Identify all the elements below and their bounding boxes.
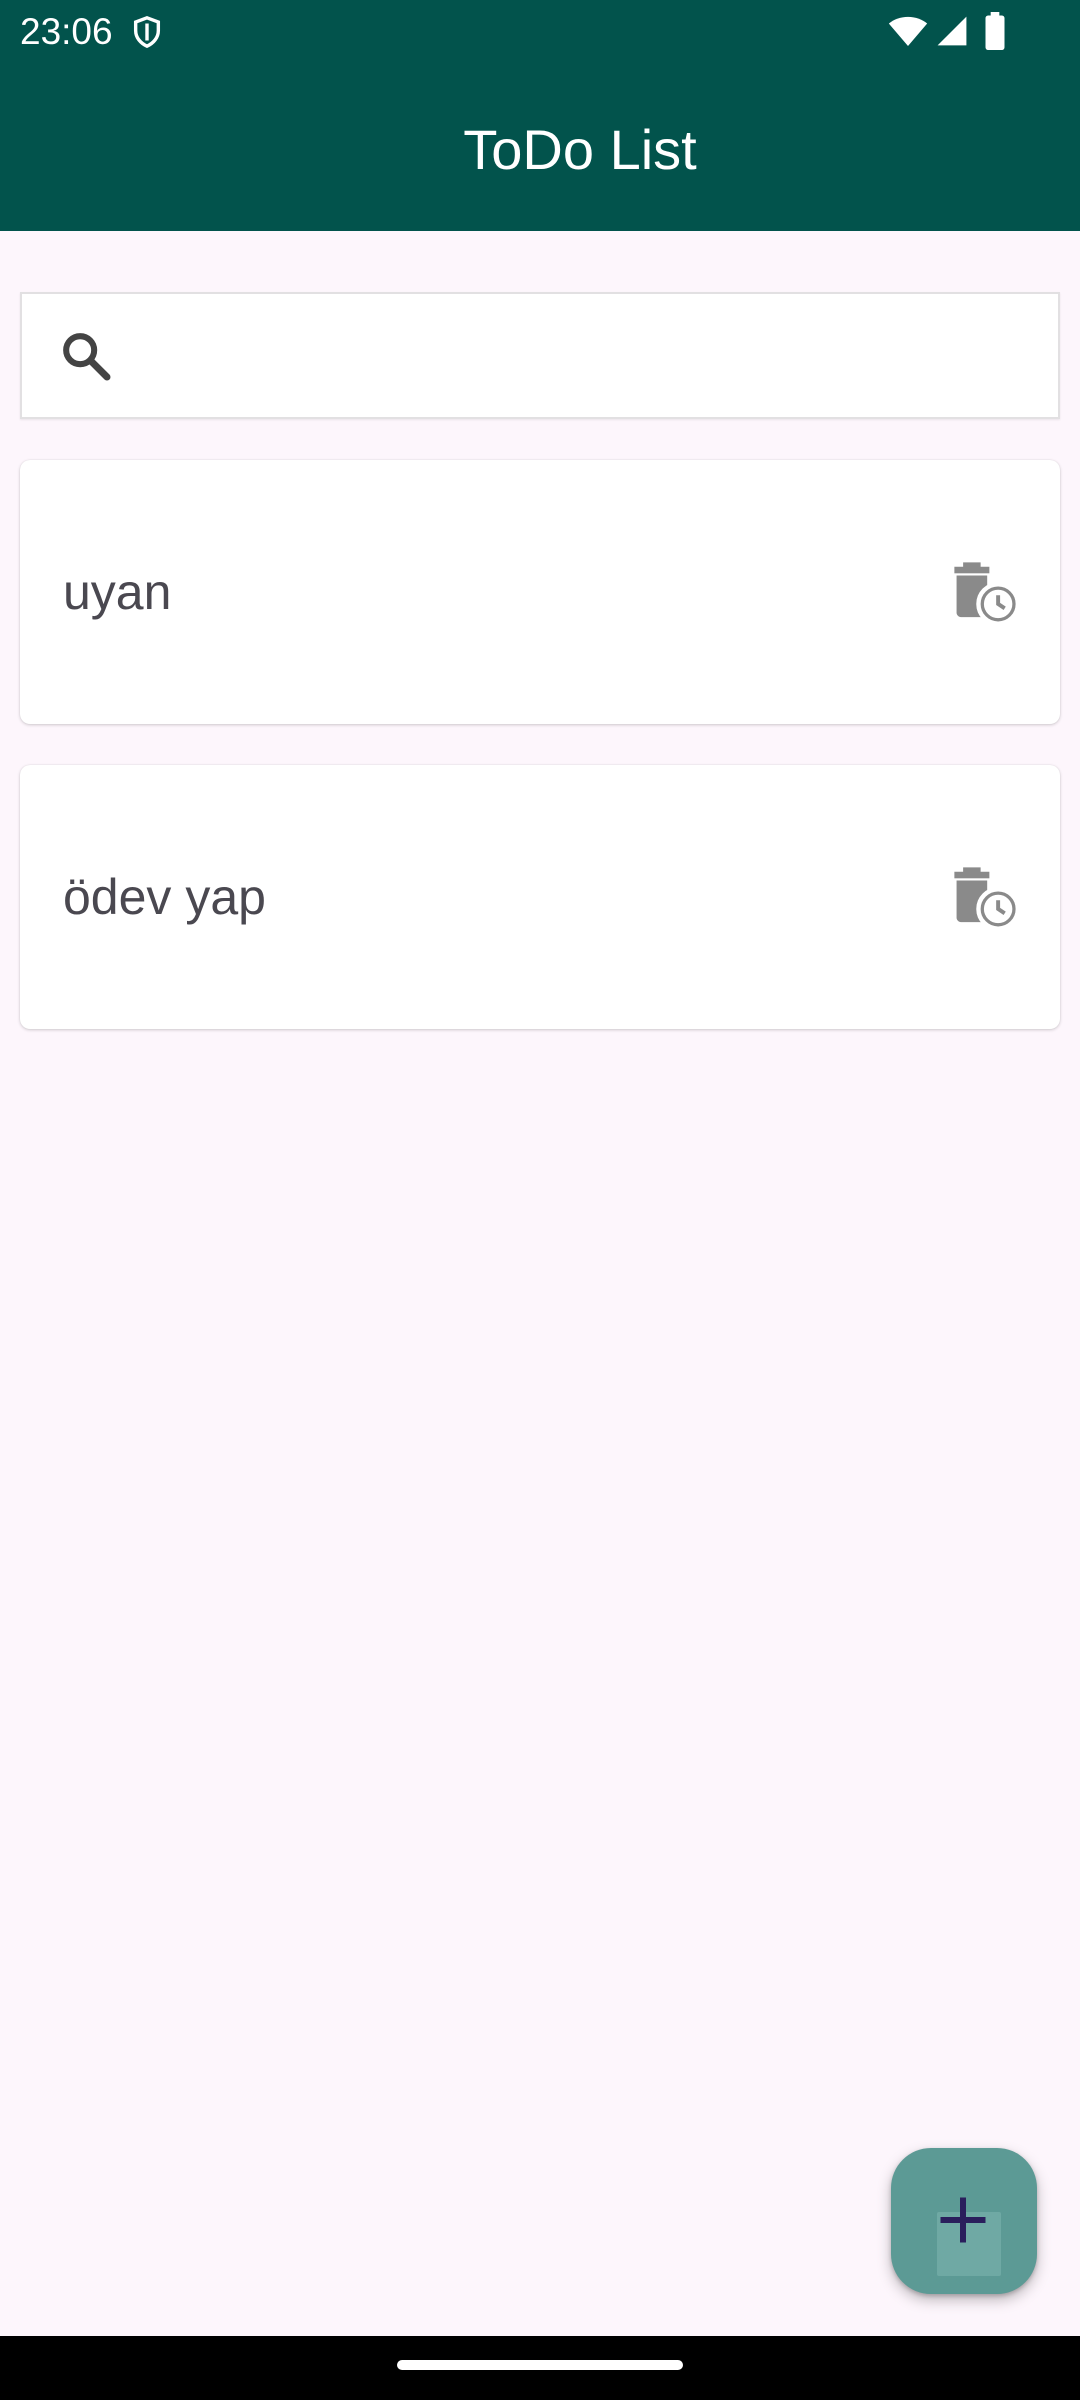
todo-item[interactable]: uyan (20, 460, 1060, 724)
delete-schedule-icon[interactable] (950, 865, 1020, 931)
todo-item-text: uyan (63, 564, 172, 620)
signal-icon (937, 16, 967, 46)
navigation-bar (0, 2336, 1080, 2400)
search-input[interactable] (142, 314, 1022, 398)
shield-icon (133, 16, 161, 49)
todo-item[interactable]: ödev yap (20, 765, 1060, 1029)
delete-schedule-icon[interactable] (950, 560, 1020, 626)
plus-icon (940, 2197, 986, 2243)
wifi-icon (888, 16, 928, 46)
search-bar[interactable] (20, 292, 1060, 419)
search-icon (63, 333, 111, 381)
battery-icon (985, 12, 1005, 50)
status-time: 23:06 (20, 11, 113, 52)
app-bar: 23:06 ToDo List (0, 0, 1080, 231)
home-gesture-handle[interactable] (397, 2360, 683, 2370)
status-bar: 23:06 (0, 0, 1080, 64)
todo-item-text: ödev yap (63, 869, 266, 925)
add-todo-button[interactable] (891, 2148, 1037, 2294)
page-title: ToDo List (463, 118, 697, 181)
